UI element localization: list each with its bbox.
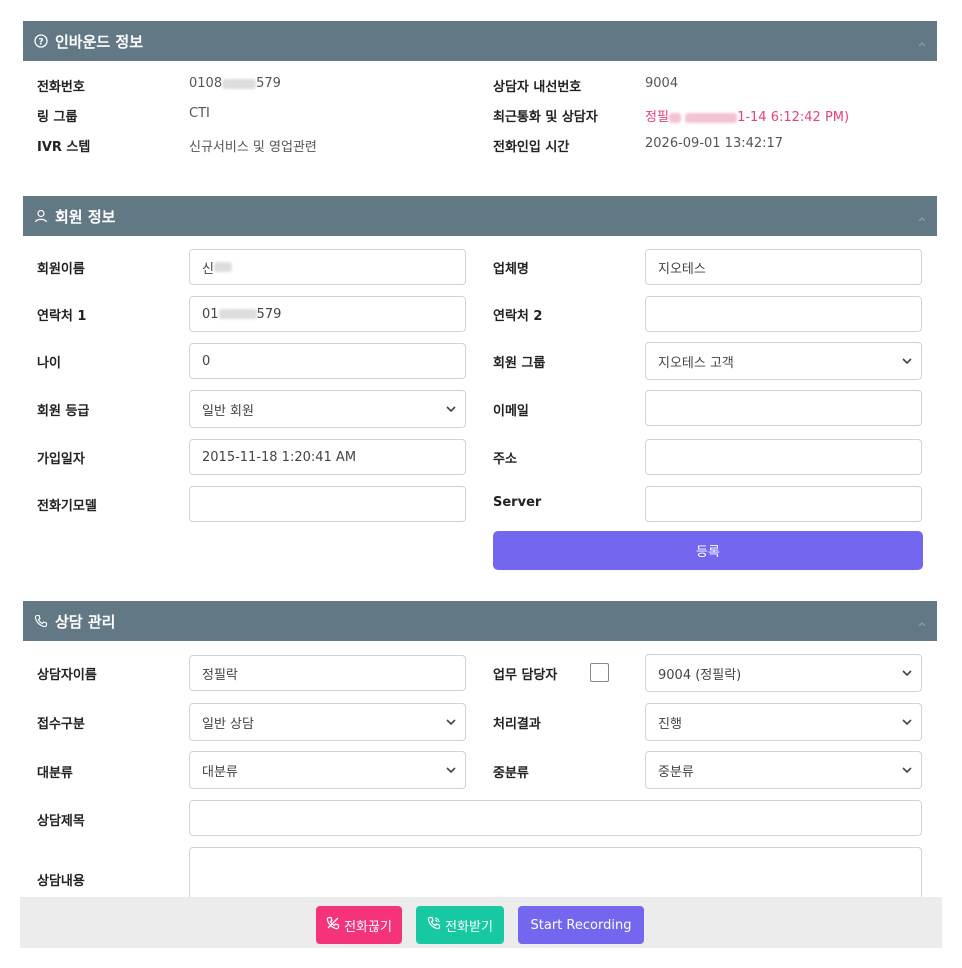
- server-input[interactable]: [645, 486, 922, 522]
- chevron-up-icon[interactable]: [917, 210, 927, 222]
- member-group-select[interactable]: 지오테스 고객: [645, 342, 922, 380]
- company-input[interactable]: 지오테스: [645, 249, 922, 285]
- inbound-time-value: 2026-09-01 13:42:17: [645, 136, 784, 151]
- contact2-input[interactable]: [645, 296, 922, 332]
- company-label: 업체명: [493, 262, 529, 277]
- member-section-header[interactable]: 회원 정보: [23, 196, 937, 236]
- assignee-label: 업무 담당자: [493, 668, 558, 683]
- subject-input[interactable]: [189, 800, 922, 836]
- agent-name-input[interactable]: 정필락: [189, 655, 466, 691]
- phone-call-icon: [427, 916, 441, 934]
- result-value: 진행: [658, 716, 682, 732]
- email-label: 이메일: [493, 404, 529, 419]
- inbound-time-label: 전화인입 시간: [493, 140, 570, 155]
- ivr-label: IVR 스텝: [37, 140, 91, 155]
- answer-button[interactable]: 전화받기: [416, 906, 504, 944]
- address-input[interactable]: [645, 439, 922, 475]
- recent-call-value[interactable]: 정필 1-14 6:12:42 PM): [645, 106, 849, 125]
- member-name-label: 회원이름: [37, 262, 85, 277]
- intake-label: 접수구분: [37, 717, 85, 732]
- email-input[interactable]: [645, 390, 922, 426]
- phone-icon: [33, 613, 49, 629]
- inbound-section-header[interactable]: ? 인바운드 정보: [23, 21, 937, 61]
- member-name-input[interactable]: 신: [189, 249, 466, 285]
- chevron-down-icon: [445, 403, 457, 415]
- phone-model-input[interactable]: [189, 486, 466, 522]
- hangup-label: 전화끊기: [344, 919, 392, 935]
- major-category-value: 대분류: [202, 764, 238, 780]
- svg-text:?: ?: [38, 38, 43, 48]
- assignee-checkbox[interactable]: [590, 663, 609, 682]
- inbound-section-title: 인바운드 정보: [55, 32, 144, 51]
- recent-call-label: 최근통화 및 상담자: [493, 110, 598, 125]
- age-input[interactable]: 0: [189, 343, 466, 379]
- agent-name-label: 상담자이름: [37, 668, 97, 683]
- help-circle-icon: ?: [33, 33, 49, 49]
- phone-off-icon: [326, 916, 340, 934]
- subject-label: 상담제목: [37, 814, 85, 829]
- contact1-label: 연락처 1: [37, 309, 87, 324]
- member-group-label: 회원 그룹: [493, 356, 546, 371]
- start-recording-button[interactable]: Start Recording: [518, 906, 644, 944]
- result-select[interactable]: 진행: [645, 703, 922, 741]
- major-category-select[interactable]: 대분류: [189, 751, 466, 789]
- ivr-value: 신규서비스 및 영업관련: [189, 140, 317, 155]
- chevron-down-icon: [901, 716, 913, 728]
- address-label: 주소: [493, 452, 517, 467]
- chevron-up-icon[interactable]: [917, 615, 927, 627]
- intake-select[interactable]: 일반 상담: [189, 703, 466, 741]
- member-grade-label: 회원 등급: [37, 404, 90, 419]
- join-date-label: 가입일자: [37, 452, 85, 467]
- member-grade-select[interactable]: 일반 회원: [189, 390, 466, 428]
- phone-model-label: 전화기모델: [37, 499, 97, 514]
- chevron-down-icon: [901, 355, 913, 367]
- answer-label: 전화받기: [445, 919, 493, 935]
- chevron-down-icon: [901, 667, 913, 679]
- server-label: Server: [493, 495, 542, 510]
- contact1-input[interactable]: 01 579: [189, 296, 466, 332]
- assignee-select[interactable]: 9004 (정필락): [645, 654, 922, 692]
- content-label: 상담내용: [37, 874, 85, 889]
- phone-value: 0108 579: [189, 76, 281, 91]
- chevron-down-icon: [901, 764, 913, 776]
- ring-group-label: 링 그룹: [37, 110, 78, 125]
- member-section-title: 회원 정보: [55, 207, 116, 226]
- consult-section-title: 상담 관리: [55, 612, 116, 631]
- register-button[interactable]: 등록: [493, 531, 923, 570]
- user-icon: [33, 208, 49, 224]
- assignee-value: 9004 (정필락): [658, 667, 742, 683]
- age-label: 나이: [37, 356, 61, 371]
- join-date-input[interactable]: 2015-11-18 1:20:41 AM: [189, 439, 466, 475]
- agent-ext-label: 상담자 내선번호: [493, 80, 582, 95]
- intake-value: 일반 상담: [202, 716, 254, 732]
- chevron-up-icon[interactable]: [917, 35, 927, 47]
- chevron-down-icon: [445, 716, 457, 728]
- minor-category-label: 중분류: [493, 766, 529, 781]
- contact2-label: 연락처 2: [493, 309, 543, 324]
- ring-group-value: CTI: [189, 106, 210, 121]
- minor-category-value: 중분류: [658, 764, 694, 780]
- minor-category-select[interactable]: 중분류: [645, 751, 922, 789]
- phone-label: 전화번호: [37, 80, 85, 95]
- member-group-value: 지오테스 고객: [658, 355, 734, 371]
- consult-section-header[interactable]: 상담 관리: [23, 601, 937, 641]
- agent-ext-value: 9004: [645, 76, 679, 91]
- result-label: 처리결과: [493, 717, 541, 732]
- major-category-label: 대분류: [37, 766, 73, 781]
- hangup-button[interactable]: 전화끊기: [316, 906, 402, 944]
- member-grade-value: 일반 회원: [202, 403, 254, 419]
- chevron-down-icon: [445, 764, 457, 776]
